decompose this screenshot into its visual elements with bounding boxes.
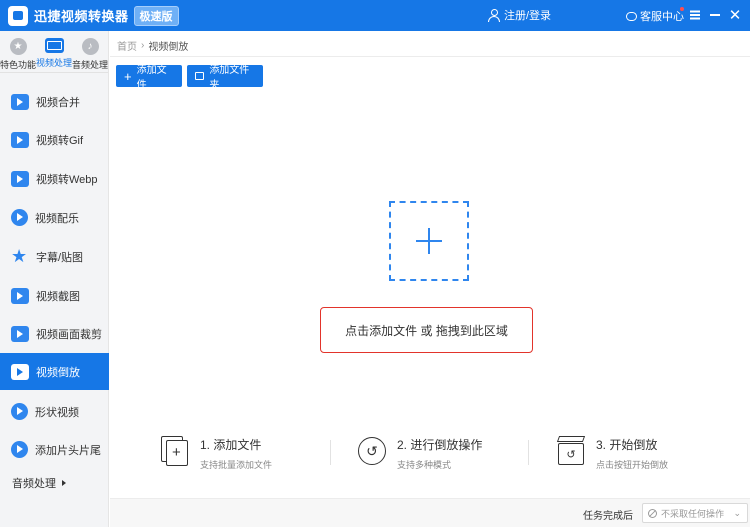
- sidebar-item-label: 添加片头片尾: [35, 444, 101, 457]
- sidebar: ★ 特色功能 视频处理 ♪ 音频处理 视频合并 视频转Gif 视频转Webp 视…: [0, 31, 109, 527]
- reverse-play-icon: [11, 363, 29, 380]
- divider: [110, 56, 750, 57]
- minimize-icon: [710, 14, 720, 16]
- add-plus-icon: [416, 228, 442, 254]
- step-title: 3. 开始倒放: [596, 438, 658, 452]
- sidebar-item-video-reverse[interactable]: 视频倒放: [0, 353, 109, 390]
- hamburger-icon: [690, 14, 700, 16]
- music-disc-icon: ♪: [81, 38, 99, 55]
- drop-zone[interactable]: [389, 201, 469, 281]
- webp-icon: [11, 170, 29, 187]
- drop-hint-text: 点击添加文件 或 拖拽到此区域: [345, 323, 508, 338]
- caret-right-icon: [62, 480, 66, 486]
- login-label: 注册/登录: [504, 10, 552, 22]
- step-title: 2. 进行倒放操作: [397, 438, 483, 452]
- step-add-file: 1. 添加文件 支持批量添加文件: [160, 436, 272, 471]
- sidebar-item-video-music[interactable]: 视频配乐: [0, 199, 109, 236]
- app-title: 迅捷视频转换器: [34, 9, 129, 24]
- sidebar-item-video-screenshot[interactable]: 视频截图: [0, 277, 109, 314]
- drop-hint[interactable]: 点击添加文件 或 拖拽到此区域: [320, 307, 533, 353]
- film-icon: [44, 38, 64, 53]
- sidebar-item-label: 视频转Webp: [36, 173, 98, 186]
- sidebar-item-label: 字幕/贴图: [36, 251, 84, 264]
- user-icon: [488, 8, 500, 22]
- chevron-down-icon: ⌄: [733, 508, 741, 518]
- ban-icon: [648, 508, 657, 518]
- app-logo: [8, 5, 28, 26]
- reverse-circle-icon: ↺: [357, 436, 387, 466]
- sidebar-item-intro-outro[interactable]: 添加片头片尾: [0, 431, 109, 468]
- sidebar-item-label: 视频转Gif: [36, 134, 84, 147]
- sidebar-item-label: 视频倒放: [36, 366, 80, 379]
- step-desc: 支持多种模式: [397, 460, 452, 470]
- title-bar: 迅捷视频转换器 极速版 注册/登录 客服中心 ✕: [0, 0, 750, 31]
- add-folder-button[interactable]: 添加文件夹: [187, 65, 263, 91]
- sidebar-item-label: 视频画面裁剪: [36, 328, 102, 341]
- minimize-button[interactable]: [707, 6, 723, 24]
- sidebar-item-label: 视频合并: [36, 96, 80, 109]
- sidebar-item-subtitle-sticker[interactable]: 字幕/贴图: [0, 238, 109, 275]
- tab-label: 特色功能: [0, 60, 37, 70]
- breadcrumb-home[interactable]: 首页: [117, 38, 137, 53]
- step-desc: 支持批量添加文件: [200, 460, 273, 470]
- customer-service-button[interactable]: 客服中心: [626, 8, 684, 24]
- step-divider: [330, 440, 331, 465]
- clapperboard-icon: ↺: [556, 436, 586, 466]
- chevron-right-icon: ›: [141, 40, 145, 51]
- breadcrumb-current: 视频倒放: [148, 42, 189, 53]
- add-files-icon: [160, 436, 190, 466]
- after-task-select[interactable]: 不采取任何操作 ⌄: [642, 503, 748, 523]
- step-title: 1. 添加文件: [200, 438, 262, 452]
- star-icon: ★: [9, 38, 27, 55]
- sidebar-item-label: 视频截图: [36, 290, 80, 303]
- sidebar-category-tabs: ★ 特色功能 视频处理 ♪ 音频处理: [0, 31, 108, 73]
- tab-label: 视频处理: [36, 58, 73, 68]
- step-reverse: ↺ 2. 进行倒放操作 支持多种模式: [357, 436, 482, 471]
- step-start: ↺ 3. 开始倒放 点击按钮开始倒放: [556, 436, 668, 471]
- close-button[interactable]: ✕: [727, 6, 743, 24]
- sidebar-item-label: 形状视频: [35, 406, 79, 419]
- step-desc: 点击按钮开始倒放: [596, 460, 669, 470]
- add-file-button[interactable]: + 添加文件: [116, 65, 182, 91]
- sidebar-item-label: 视频配乐: [35, 212, 79, 225]
- close-icon: ✕: [728, 7, 742, 24]
- sidebar-item-video-merge[interactable]: 视频合并: [0, 83, 109, 120]
- edition-badge: 极速版: [133, 5, 179, 26]
- menu-button[interactable]: [687, 6, 703, 24]
- footer-bar: 任务完成后 不采取任何操作 ⌄: [110, 498, 750, 527]
- step-divider: [528, 440, 529, 465]
- sidebar-item-video-to-gif[interactable]: 视频转Gif: [0, 121, 109, 158]
- after-task-value: 不采取任何操作: [661, 508, 725, 519]
- add-folder-label: 添加文件夹: [209, 65, 250, 91]
- sidebar-item-video-crop[interactable]: 视频画面裁剪: [0, 315, 109, 352]
- star-sticker-icon: [11, 246, 29, 267]
- breadcrumb: 首页 › 视频倒放: [117, 38, 188, 53]
- tab-label: 音频处理: [72, 60, 109, 70]
- service-label: 客服中心: [640, 11, 684, 23]
- gif-icon: [11, 131, 29, 148]
- login-button[interactable]: 注册/登录: [488, 7, 551, 23]
- plus-icon: +: [124, 68, 132, 84]
- notification-dot: [680, 7, 684, 11]
- screenshot-icon: [11, 287, 29, 304]
- folder-icon: [195, 72, 205, 80]
- chat-bubble-icon: [626, 11, 637, 21]
- audio-section-label: 音频处理: [12, 478, 56, 490]
- music-play-icon: [11, 209, 28, 226]
- video-merge-icon: [11, 93, 29, 110]
- sidebar-audio-section[interactable]: 音频处理: [12, 475, 66, 491]
- after-task-label: 任务完成后: [583, 511, 633, 522]
- tab-featured[interactable]: ★ 特色功能: [0, 31, 36, 72]
- tab-video-processing[interactable]: 视频处理: [36, 31, 72, 72]
- intro-outro-icon: [11, 441, 28, 458]
- crop-icon: [11, 325, 29, 342]
- sidebar-item-shape-video[interactable]: 形状视频: [0, 393, 109, 430]
- tab-audio-processing[interactable]: ♪ 音频处理: [72, 31, 108, 72]
- add-file-label: 添加文件: [136, 65, 167, 91]
- shape-video-icon: [11, 403, 28, 420]
- sidebar-item-video-to-webp[interactable]: 视频转Webp: [0, 160, 109, 197]
